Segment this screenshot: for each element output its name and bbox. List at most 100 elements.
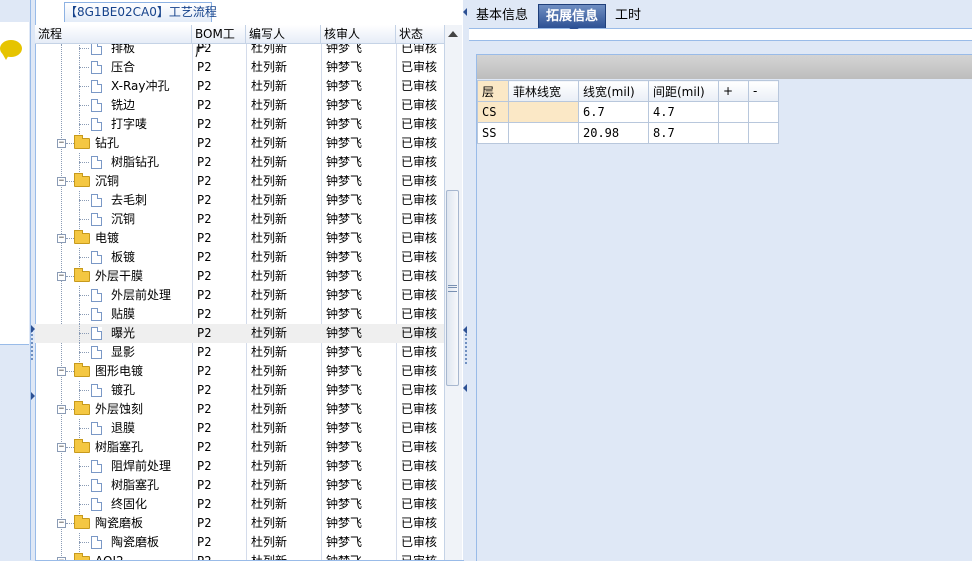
grid-cell-layer[interactable]: CS bbox=[477, 101, 509, 123]
tree-step-row[interactable]: 板镀 P2 杜列新 钟梦飞 已审核 bbox=[35, 248, 444, 267]
tree-folder-row[interactable]: − 沉铜 P2 杜列新 钟梦飞 已审核 bbox=[35, 172, 444, 191]
tree-step-row[interactable]: 沉铜 P2 杜列新 钟梦飞 已审核 bbox=[35, 210, 444, 229]
grid-cell-remove[interactable] bbox=[748, 122, 779, 144]
grid-header-add[interactable]: + bbox=[718, 80, 749, 102]
grid-cell-film-line-width[interactable] bbox=[508, 101, 579, 123]
tree-step-row[interactable]: 贴膜 P2 杜列新 钟梦飞 已审核 bbox=[35, 305, 444, 324]
tree-step-row[interactable]: 铣边 P2 杜列新 钟梦飞 已审核 bbox=[35, 96, 444, 115]
grid-cell-line-width[interactable]: 6.7 bbox=[578, 101, 649, 123]
tree-cell-reviewer: 钟梦飞 bbox=[326, 98, 363, 112]
tree-folder-row[interactable]: − 外层干膜 P2 杜列新 钟梦飞 已审核 bbox=[35, 267, 444, 286]
collapse-top-arrow-icon[interactable] bbox=[463, 8, 467, 16]
tree-folder-row[interactable]: − 外层蚀刻 P2 杜列新 钟梦飞 已审核 bbox=[35, 400, 444, 419]
grid-cell-add[interactable] bbox=[718, 101, 749, 123]
document-icon bbox=[91, 156, 102, 169]
tree-step-label: 显影 bbox=[111, 345, 136, 359]
tree-folder-row[interactable]: −AOI2P2杜列新钟梦飞已审核 bbox=[35, 552, 444, 560]
tree-folder-row[interactable]: − 电镀 P2 杜列新 钟梦飞 已审核 bbox=[35, 229, 444, 248]
column-header-status[interactable]: 状态 bbox=[396, 25, 444, 43]
tree-step-row[interactable]: 外层前处理 P2 杜列新 钟梦飞 已审核 bbox=[35, 286, 444, 305]
collapse-toggle-icon[interactable]: − bbox=[57, 234, 66, 243]
document-icon bbox=[91, 327, 102, 340]
tree-cell-bom-factory: P2 bbox=[197, 60, 212, 74]
tree-folder-row[interactable]: − 树脂塞孔 P2 杜列新 钟梦飞 已审核 bbox=[35, 438, 444, 457]
grid-cell-layer[interactable]: SS bbox=[477, 122, 509, 144]
tree-step-row[interactable]: 去毛刺 P2 杜列新 钟梦飞 已审核 bbox=[35, 191, 444, 210]
tree-cell-writer: 杜列新 bbox=[247, 552, 287, 560]
tree-cell-bom-factory: P2 bbox=[197, 193, 212, 207]
collapse-toggle-icon[interactable]: − bbox=[57, 139, 66, 148]
tree-cell-reviewer: 钟梦飞 bbox=[326, 440, 363, 454]
tree-step-row[interactable]: 曝光 P2 杜列新 钟梦飞 已审核 bbox=[35, 324, 444, 343]
tree-cell-reviewer: 钟梦飞 bbox=[326, 326, 363, 340]
column-header-bom-factory[interactable]: BOM工厂 bbox=[192, 25, 246, 59]
collapse-toggle-icon[interactable]: − bbox=[57, 519, 66, 528]
tree-cell-writer: 杜列新 bbox=[251, 269, 288, 283]
tree-step-row[interactable]: 树脂塞孔 P2 杜列新 钟梦飞 已审核 bbox=[35, 476, 444, 495]
tree-step-row[interactable]: 排板 P2 杜列新 钟梦飞 已审核 bbox=[35, 44, 444, 58]
grid-cell-film-line-width[interactable] bbox=[508, 122, 579, 144]
grid-cell-line-width[interactable]: 20.98 bbox=[578, 122, 649, 144]
tab-extended-info[interactable]: 拓展信息 bbox=[538, 4, 607, 28]
collapse-toggle-icon[interactable]: − bbox=[57, 443, 66, 452]
column-header-process[interactable]: 流程 bbox=[35, 25, 192, 43]
tree-step-row[interactable]: 显影 P2 杜列新 钟梦飞 已审核 bbox=[35, 343, 444, 362]
tree-cell-reviewer: 钟梦飞 bbox=[326, 117, 363, 131]
grid-cell-spacing[interactable]: 4.7 bbox=[648, 101, 719, 123]
collapse-toggle-icon[interactable]: − bbox=[57, 177, 66, 186]
tree-step-row[interactable]: 退膜 P2 杜列新 钟梦飞 已审核 bbox=[35, 419, 444, 438]
folder-icon bbox=[74, 363, 90, 377]
collapse-arrow-icon[interactable] bbox=[463, 326, 467, 334]
tree-connector-line bbox=[66, 447, 74, 449]
tree-step-label: 阻焊前处理 bbox=[111, 459, 172, 473]
collapse-toggle-icon[interactable]: − bbox=[57, 272, 66, 281]
grid-header-spacing[interactable]: 间距(mil) bbox=[648, 80, 719, 102]
collapse-toggle-icon[interactable]: − bbox=[57, 367, 66, 376]
column-header-reviewer[interactable]: 核审人 bbox=[321, 25, 396, 43]
document-icon bbox=[91, 422, 102, 435]
grid-header-film-line-width[interactable]: 菲林线宽 bbox=[508, 80, 579, 102]
tree-folder-row[interactable]: − 钻孔 P2 杜列新 钟梦飞 已审核 bbox=[35, 134, 444, 153]
tree-cell-status: 已审核 bbox=[401, 136, 438, 150]
tree-cell-reviewer: 钟梦飞 bbox=[326, 497, 363, 511]
grid-header-layer[interactable]: 层 bbox=[477, 80, 509, 102]
collapse-arrow-icon-2[interactable] bbox=[463, 384, 467, 392]
tree-step-row[interactable]: 压合 P2 杜列新 钟梦飞 已审核 bbox=[35, 58, 444, 77]
grid-header-remove[interactable]: - bbox=[748, 80, 779, 102]
tree-cell-status: 已审核 bbox=[401, 516, 438, 530]
tree-step-row[interactable]: X-Ray冲孔 P2 杜列新 钟梦飞 已审核 bbox=[35, 77, 444, 96]
tree-step-row[interactable]: 打字唛 P2 杜列新 钟梦飞 已审核 bbox=[35, 115, 444, 134]
tree-cell-bom-factory: P2 bbox=[197, 516, 212, 530]
grid-row[interactable]: CS 6.7 4.7 bbox=[477, 101, 779, 123]
tree-cell-status: 已审核 bbox=[397, 552, 437, 560]
document-icon bbox=[91, 536, 102, 549]
collapse-toggle-icon[interactable]: − bbox=[57, 405, 66, 414]
tree-cell-writer: 杜列新 bbox=[251, 307, 288, 321]
grid-cell-remove[interactable] bbox=[748, 101, 779, 123]
tree-folder-row[interactable]: − 陶瓷磨板 P2 杜列新 钟梦飞 已审核 bbox=[35, 514, 444, 533]
tree-step-label: 退膜 bbox=[111, 421, 136, 435]
scroll-up-arrow-icon[interactable] bbox=[448, 31, 458, 37]
tree-cell-bom-factory: P2 bbox=[197, 440, 212, 454]
tree-connector-line bbox=[79, 219, 89, 221]
folder-icon bbox=[74, 515, 90, 529]
tree-step-row[interactable]: 镀孔 P2 杜列新 钟梦飞 已审核 bbox=[35, 381, 444, 400]
tree-cell-reviewer: 钟梦飞 bbox=[326, 231, 363, 245]
column-header-writer[interactable]: 编写人 bbox=[246, 25, 321, 43]
tree-cell-writer: 杜列新 bbox=[251, 383, 288, 397]
tree-step-row[interactable]: 阻焊前处理 P2 杜列新 钟梦飞 已审核 bbox=[35, 457, 444, 476]
tab-work-hours[interactable]: 工时 bbox=[608, 4, 648, 28]
grid-cell-spacing[interactable]: 8.7 bbox=[648, 122, 719, 144]
grid-header-line-width[interactable]: 线宽(mil) bbox=[578, 80, 649, 102]
tree-connector-line bbox=[79, 485, 89, 487]
tree-step-row[interactable]: 树脂钻孔 P2 杜列新 钟梦飞 已审核 bbox=[35, 153, 444, 172]
tree-step-row[interactable]: 终固化 P2 杜列新 钟梦飞 已审核 bbox=[35, 495, 444, 514]
grid-row[interactable]: SS 20.98 8.7 bbox=[477, 122, 779, 144]
grid-cell-add[interactable] bbox=[718, 122, 749, 144]
tree-cell-writer: 杜列新 bbox=[251, 364, 288, 378]
tree-folder-row[interactable]: − 图形电镀 P2 杜列新 钟梦飞 已审核 bbox=[35, 362, 444, 381]
tree-step-row[interactable]: 陶瓷磨板 P2 杜列新 钟梦飞 已审核 bbox=[35, 533, 444, 552]
tree-cell-writer: 杜列新 bbox=[251, 535, 288, 549]
tab-basic-info[interactable]: 基本信息 bbox=[469, 4, 535, 28]
tree-cell-status: 已审核 bbox=[401, 326, 438, 340]
